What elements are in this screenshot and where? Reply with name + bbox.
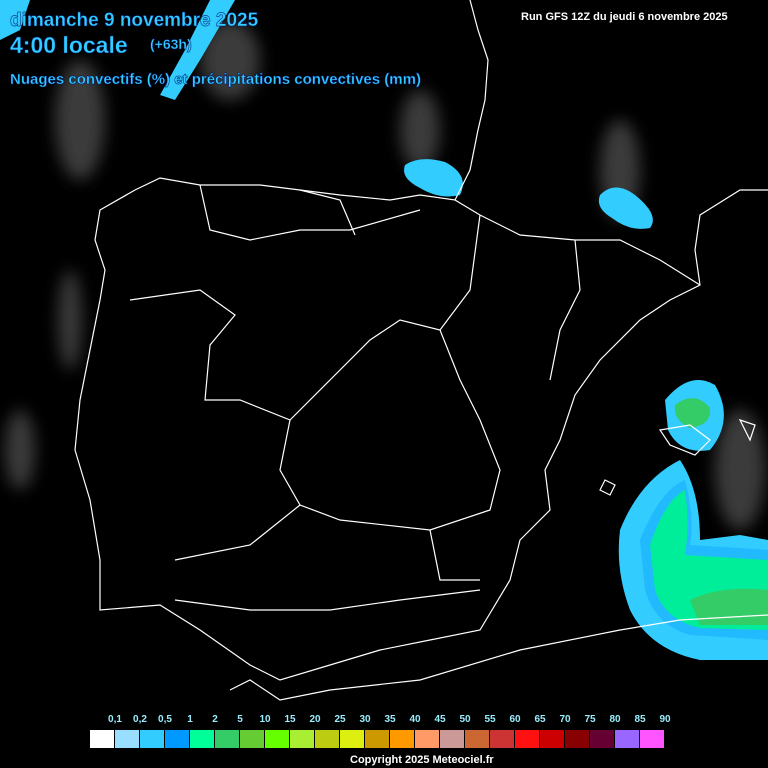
legend-label: 45 xyxy=(434,714,446,725)
legend-swatch xyxy=(215,730,240,748)
legend-swatch xyxy=(165,730,190,748)
legend-label: 5 xyxy=(237,714,243,725)
map-title: Nuages convectifs (%) et précipitations … xyxy=(10,71,421,88)
legend-label: 10 xyxy=(259,714,271,725)
legend-label: 60 xyxy=(509,714,521,725)
weather-map: dimanche 9 novembre 2025 4:00 locale (+6… xyxy=(0,0,768,768)
forecast-offset: (+63h) xyxy=(150,36,192,52)
legend-label: 80 xyxy=(609,714,621,725)
legend-label: 1 xyxy=(187,714,193,725)
legend-swatch xyxy=(190,730,215,748)
legend-colorbar xyxy=(90,730,665,748)
legend-swatch xyxy=(565,730,590,748)
legend-swatch xyxy=(515,730,540,748)
legend-swatch xyxy=(340,730,365,748)
legend-swatch xyxy=(365,730,390,748)
legend-swatch xyxy=(640,730,665,748)
legend-label: 20 xyxy=(309,714,321,725)
legend-swatch xyxy=(590,730,615,748)
legend-swatch xyxy=(240,730,265,748)
legend-label: 50 xyxy=(459,714,471,725)
legend-label: 2 xyxy=(212,714,218,725)
legend-label: 0,5 xyxy=(158,714,172,725)
legend-label: 15 xyxy=(284,714,296,725)
legend-label: 35 xyxy=(384,714,396,725)
forecast-time: 4:00 locale xyxy=(10,32,128,58)
legend-label: 75 xyxy=(584,714,596,725)
legend-swatch xyxy=(390,730,415,748)
legend-swatch xyxy=(265,730,290,748)
legend-label: 85 xyxy=(634,714,646,725)
legend-swatch xyxy=(440,730,465,748)
legend-swatch xyxy=(615,730,640,748)
legend-swatch xyxy=(140,730,165,748)
legend-label: 25 xyxy=(334,714,346,725)
legend-label: 0,2 xyxy=(133,714,147,725)
legend-swatch xyxy=(90,730,115,748)
legend-swatch xyxy=(465,730,490,748)
legend-label: 40 xyxy=(409,714,421,725)
legend-swatch xyxy=(290,730,315,748)
legend-swatch xyxy=(540,730,565,748)
legend-label: 55 xyxy=(484,714,496,725)
legend-labels: 0,1 0,2 0,5 1 2 5 10 15 20 25 30 35 40 45 50 55 60 65 70 75… xyxy=(0,714,768,728)
model-run: Run GFS 12Z du jeudi 6 novembre 2025 xyxy=(521,11,728,23)
legend-swatch xyxy=(415,730,440,748)
legend-label: 30 xyxy=(359,714,371,725)
legend-label: 0,1 xyxy=(108,714,122,725)
legend-swatch xyxy=(115,730,140,748)
forecast-date: dimanche 9 novembre 2025 xyxy=(10,10,259,31)
legend-label: 65 xyxy=(534,714,546,725)
legend-swatch xyxy=(490,730,515,748)
copyright: Copyright 2025 Meteociel.fr xyxy=(350,754,494,766)
map-canvas xyxy=(0,0,768,701)
legend-label: 70 xyxy=(559,714,571,725)
legend-swatch xyxy=(315,730,340,748)
legend-label: 90 xyxy=(659,714,671,725)
